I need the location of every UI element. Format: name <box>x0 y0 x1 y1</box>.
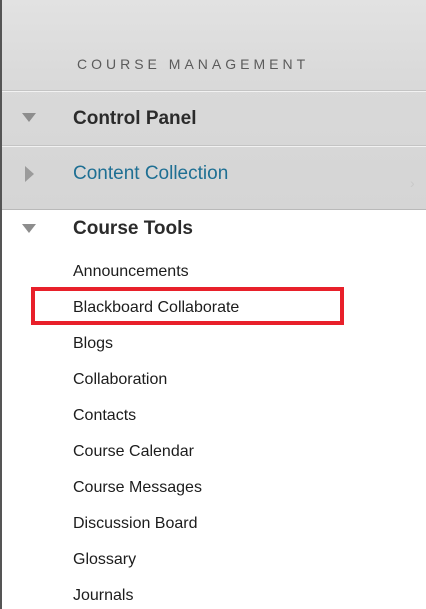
triangle-down-icon <box>22 113 36 122</box>
triangle-right-icon <box>25 166 34 182</box>
tool-course-calendar[interactable]: Course Calendar <box>73 442 194 462</box>
tool-contacts[interactable]: Contacts <box>73 406 136 426</box>
course-tools-label: Course Tools <box>73 218 193 239</box>
tool-glossary[interactable]: Glossary <box>73 550 136 570</box>
chevron-right-icon: › <box>410 175 415 191</box>
tool-announcements[interactable]: Announcements <box>73 262 189 282</box>
section-heading: COURSE MANAGEMENT <box>77 56 310 72</box>
triangle-down-icon <box>22 224 36 233</box>
tool-collaboration[interactable]: Collaboration <box>73 370 167 390</box>
tool-journals[interactable]: Journals <box>73 586 133 606</box>
divider-highlight <box>2 146 426 147</box>
tool-discussion-board[interactable]: Discussion Board <box>73 514 198 534</box>
tool-course-messages[interactable]: Course Messages <box>73 478 202 498</box>
tool-blackboard-collaborate[interactable]: Blackboard Collaborate <box>73 298 239 318</box>
course-management-panel: COURSE MANAGEMENT Control Panel Content … <box>0 0 426 609</box>
divider-highlight <box>2 91 426 92</box>
content-collection-link[interactable]: Content Collection <box>73 163 228 185</box>
tool-blogs[interactable]: Blogs <box>73 334 113 354</box>
control-panel-label: Control Panel <box>73 108 197 129</box>
